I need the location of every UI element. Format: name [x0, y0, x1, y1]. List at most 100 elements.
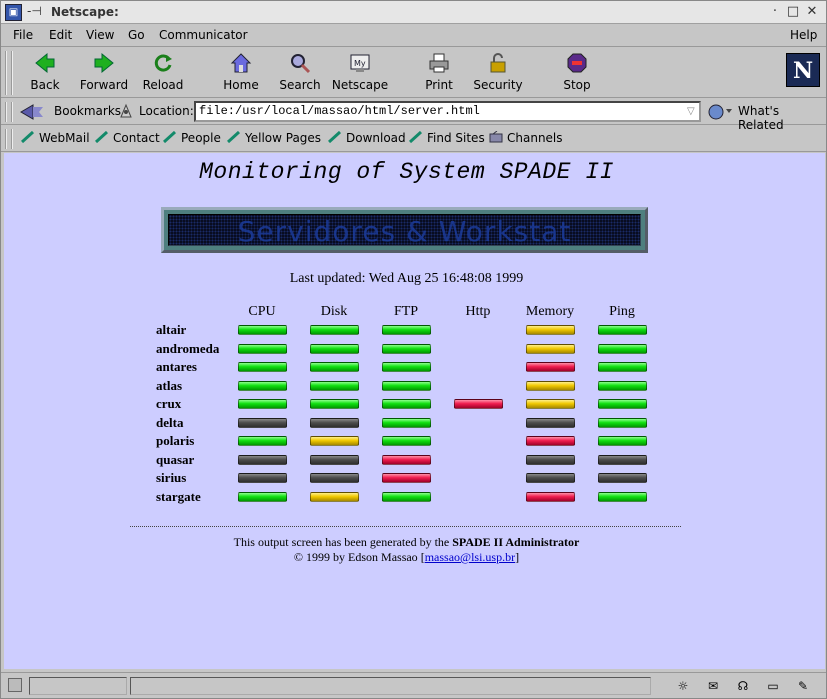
netscape-logo[interactable]: N	[786, 53, 820, 87]
menu-go[interactable]: Go	[128, 28, 145, 42]
bookmark-pen-icon	[328, 131, 342, 143]
security-button[interactable]: Security	[468, 50, 528, 96]
url-input[interactable]: file:/usr/local/massao/html/server.html	[194, 101, 701, 122]
progress-field	[29, 677, 127, 695]
link-find-sites[interactable]: Find Sites	[409, 131, 485, 145]
bookmark-pen-icon	[21, 131, 35, 143]
link-label: Find Sites	[427, 131, 485, 145]
status-bar-ping	[598, 491, 647, 502]
maximize-icon[interactable]: □	[785, 4, 801, 20]
link-yellow-pages[interactable]: Yellow Pages	[227, 131, 321, 145]
status-bar-ftp	[382, 473, 431, 483]
host-name: altair	[156, 322, 187, 337]
menu-file[interactable]: File	[13, 28, 33, 42]
search-label: Search	[279, 78, 321, 92]
status-bar-ftp	[382, 343, 431, 354]
bookmark-pen-icon	[163, 131, 177, 143]
forward-label: Forward	[79, 78, 129, 92]
status-bar-disk	[310, 436, 359, 446]
composer-icon[interactable]: ▭	[763, 677, 783, 695]
link-label: Channels	[507, 131, 563, 145]
status-bar-ping	[598, 417, 647, 428]
link-channels[interactable]: Channels	[489, 131, 563, 145]
stop-label: Stop	[563, 78, 591, 92]
status-bar-disk	[310, 491, 359, 502]
bookmarks-label[interactable]: Bookmarks	[54, 104, 121, 118]
column-header-disk: Disk	[320, 304, 348, 319]
status-bar-disk	[310, 454, 359, 465]
title-bar: ▣ -⊣ Netscape: · □ ✕	[1, 1, 826, 24]
print-button[interactable]: Print	[409, 50, 469, 96]
footer-text: This output screen has been generated by…	[233, 535, 450, 549]
host-name: polaris	[156, 433, 195, 448]
minimize-icon[interactable]: ·	[767, 4, 783, 20]
status-bar-http	[454, 399, 503, 409]
printer-icon	[429, 53, 449, 73]
link-contact[interactable]: Contact	[95, 131, 160, 145]
chevron-down-icon[interactable]: ▽	[687, 103, 699, 120]
link-people[interactable]: People	[163, 131, 221, 145]
bookmarks-icon[interactable]	[19, 103, 47, 121]
stop-button[interactable]: Stop	[547, 50, 607, 96]
column-header-cpu: CPU	[248, 304, 276, 319]
status-bar-memory	[526, 399, 575, 409]
reload-button[interactable]: Reload	[133, 50, 193, 96]
status-bar-cpu	[238, 325, 287, 335]
mail-icon[interactable]: ✉	[703, 677, 723, 695]
home-button[interactable]: Home	[211, 50, 271, 96]
close-icon[interactable]: ✕	[804, 4, 820, 20]
navigator-icon[interactable]: ☼	[673, 677, 693, 695]
status-bar-cpu	[238, 343, 287, 354]
netscape-app-icon[interactable]: ▣	[5, 4, 22, 21]
footer-admin: SPADE II Administrator	[452, 535, 580, 549]
back-arrow-icon	[35, 52, 55, 74]
forward-button[interactable]: Forward	[74, 50, 134, 96]
toolbar-grip[interactable]	[5, 51, 13, 95]
whats-related-icon[interactable]	[707, 103, 733, 121]
column-header-memory: Memory	[525, 304, 575, 319]
status-bar-ping	[598, 399, 647, 409]
status-bar-ftp	[382, 380, 431, 391]
personal-grip[interactable]	[5, 129, 13, 149]
personal-toolbar: WebMail Contact People Yellow Pages Down…	[1, 126, 826, 152]
pin-icon[interactable]: -⊣	[27, 4, 42, 18]
forward-arrow-icon	[94, 52, 114, 74]
menu-help[interactable]: Help	[790, 28, 817, 42]
status-bar-memory	[526, 325, 575, 335]
location-grip[interactable]	[5, 102, 13, 122]
my-netscape-icon: My	[350, 54, 370, 72]
status-bar-ping	[598, 362, 647, 372]
link-webmail[interactable]: WebMail	[21, 131, 90, 145]
link-download[interactable]: Download	[328, 131, 406, 145]
menu-edit[interactable]: Edit	[49, 28, 72, 42]
status-bar-ping	[598, 380, 647, 391]
component-bar-icon[interactable]: ✎	[793, 677, 813, 695]
menu-bar: File Edit View Go Communicator Help	[1, 25, 826, 47]
search-button[interactable]: Search	[270, 50, 330, 96]
status-bar-disk	[310, 362, 359, 372]
status-bar-memory	[526, 380, 575, 391]
footer-copyright: © 1999 by Edson Massao [massao@lsi.usp.b…	[293, 550, 520, 564]
menu-view[interactable]: View	[86, 28, 114, 42]
bookmark-pen-icon	[409, 131, 423, 143]
link-label: Download	[346, 131, 406, 145]
status-bar-memory	[526, 362, 575, 372]
led-banner: Servidores & Workstat	[161, 207, 648, 253]
security-status-icon[interactable]	[8, 678, 22, 692]
host-name: antares	[156, 359, 197, 374]
home-icon	[230, 53, 252, 73]
column-header-ftp: FTP	[393, 304, 419, 319]
led-banner-text: Servidores & Workstat	[237, 215, 572, 246]
bookmark-pen-icon	[95, 131, 109, 143]
window-title: Netscape:	[51, 5, 119, 19]
location-icon[interactable]	[118, 103, 134, 119]
back-button[interactable]: Back	[15, 50, 75, 96]
discussion-icon[interactable]: ☊	[733, 677, 753, 695]
browser-window: ▣ -⊣ Netscape: · □ ✕ File Edit View Go C…	[0, 0, 827, 699]
status-bar: ☼ ✉ ☊ ▭ ✎	[1, 672, 826, 698]
netscape-button[interactable]: My Netscape	[330, 50, 390, 96]
menu-communicator[interactable]: Communicator	[159, 28, 248, 42]
security-label: Security	[473, 78, 523, 92]
svg-text:My: My	[354, 59, 366, 68]
email-link[interactable]: massao@lsi.usp.br	[425, 550, 515, 564]
